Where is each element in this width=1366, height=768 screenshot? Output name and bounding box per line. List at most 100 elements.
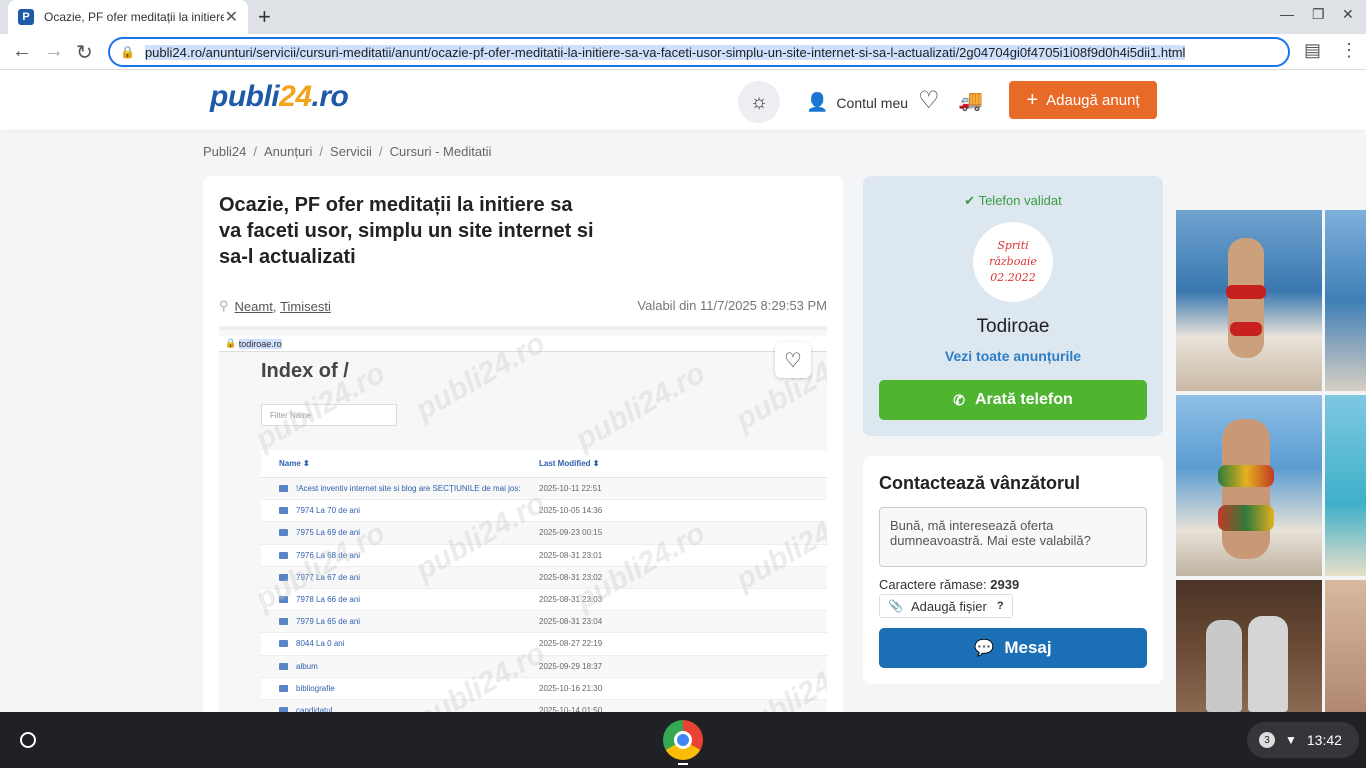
favorites-heart-icon[interactable]: ♡ <box>918 86 940 115</box>
close-tab-icon[interactable]: ✕ <box>225 7 238 27</box>
photo-file-table: Name ⬍ Last Modified ⬍ !Acest inventiv i… <box>261 450 827 716</box>
notification-badge: 3 <box>1259 732 1275 748</box>
account-link[interactable]: 👤 Contul meu <box>806 92 908 113</box>
file-date: 2025-08-31 23:03 <box>539 595 603 605</box>
file-name: 7976 La 68 de ani <box>296 550 361 560</box>
file-row: 7975 La 69 de ani 2025-09-23 00:15 <box>261 522 827 545</box>
minimize-icon[interactable]: — <box>1280 6 1294 22</box>
browser-toolbar: ← → ↻ 🔒 publi24.ro/anunturi/servicii/cur… <box>0 34 1366 70</box>
folder-icon <box>279 618 288 626</box>
file-row: 7974 La 70 de ani 2025-10-05 14:36 <box>261 500 827 523</box>
message-textarea[interactable]: Bună, mă interesează oferta dumneavoastr… <box>879 507 1147 567</box>
menu-kebab-icon[interactable]: ⋮ <box>1340 40 1358 61</box>
file-name: 7977 La 67 de ani <box>296 572 361 582</box>
advertisement-image[interactable] <box>1325 210 1366 391</box>
show-phone-button[interactable]: ✆ Arată telefon <box>879 380 1147 420</box>
location-city-link[interactable]: Timisesti <box>280 299 331 314</box>
location-county-link[interactable]: Neamt <box>235 299 273 314</box>
advertisement-column[interactable] <box>1176 210 1366 712</box>
advertisement-image[interactable] <box>1325 580 1366 712</box>
sun-icon: ☼ <box>749 90 769 113</box>
browser-tabbar: P Ocazie, PF ofer meditații la initiere … <box>0 0 1366 34</box>
folder-icon <box>279 507 288 515</box>
site-header: publi24.ro ☼ 👤 Contul meu ♡ 🚚 + Adaugă a… <box>0 70 1366 130</box>
site-favicon-icon: P <box>18 9 34 25</box>
forward-icon[interactable]: → <box>44 40 64 63</box>
breadcrumb: Publi24/ Anunțuri / Servicii / Cursuri - M… <box>203 144 492 159</box>
file-row: bibliografie 2025-10-16 21:30 <box>261 678 827 700</box>
delivery-truck-icon[interactable]: 🚚 <box>958 88 983 113</box>
check-circle-icon: ✔ <box>964 193 976 208</box>
file-date: 2025-08-27 22:19 <box>539 639 603 649</box>
file-row: 7977 La 67 de ani 2025-08-31 23:02 <box>261 566 827 589</box>
contact-title: Contactează vânzătorul <box>879 473 1081 493</box>
account-label: Contul meu <box>836 94 909 111</box>
folder-icon <box>279 684 288 692</box>
file-date: 2025-10-11 22:51 <box>539 484 602 494</box>
plus-icon: + <box>1026 88 1039 111</box>
file-name: 7974 La 70 de ani <box>296 506 361 516</box>
heart-icon: ♡ <box>784 349 802 372</box>
breadcrumb-item[interactable]: Cursuri - Meditatii <box>390 144 492 159</box>
file-date: 2025-08-31 23:02 <box>539 572 603 582</box>
folder-icon <box>279 551 288 559</box>
file-date: 2025-10-16 21:30 <box>539 683 603 693</box>
attach-file-button[interactable]: 📎 Adaugă fișier ? <box>879 594 1013 618</box>
watermark: publi24.ro <box>570 356 711 457</box>
system-tray[interactable]: 3 ▼ 13:42 <box>1247 722 1359 758</box>
folder-icon <box>279 640 288 648</box>
user-icon: 👤 <box>806 92 829 112</box>
all-ads-link[interactable]: Vezi toate anunțurile <box>863 348 1163 364</box>
chat-bubble-icon: 💬 <box>974 640 995 657</box>
reading-list-icon[interactable]: ▤ <box>1304 40 1321 61</box>
reload-icon[interactable]: ↻ <box>76 40 93 65</box>
photo-index-heading: Index of / <box>261 360 349 382</box>
breadcrumb-item[interactable]: Publi24 <box>203 144 246 159</box>
advertisement-image[interactable] <box>1325 395 1366 576</box>
site-logo[interactable]: publi24.ro <box>210 80 349 114</box>
folder-icon <box>279 596 288 604</box>
map-pin-icon: ⚲ <box>219 298 229 313</box>
url-text[interactable]: publi24.ro/anunturi/servicii/cursuri-med… <box>144 44 1186 60</box>
seller-card: ✔ Telefon validat Spriti războaie 02.202… <box>863 176 1163 436</box>
favorite-heart-button[interactable]: ♡ <box>775 342 811 378</box>
address-bar[interactable]: 🔒 publi24.ro/anunturi/servicii/cursuri-m… <box>108 37 1290 67</box>
advertisement-image[interactable] <box>1176 210 1322 391</box>
wifi-icon: ▼ <box>1285 733 1297 747</box>
os-taskbar: 3 ▼ 13:42 <box>0 712 1366 768</box>
file-row: 8044 La 0 ani 2025-08-27 22:19 <box>261 633 827 656</box>
file-row: 7979 La 65 de ani 2025-08-31 23:04 <box>261 611 827 634</box>
lock-icon: 🔒 <box>120 45 135 59</box>
launcher-icon[interactable] <box>20 732 36 748</box>
browser-tab[interactable]: P Ocazie, PF ofer meditații la initiere … <box>8 0 248 34</box>
file-name: bibliografie <box>296 683 335 693</box>
advertisement-image[interactable] <box>1176 580 1322 712</box>
file-date: 2025-09-29 18:37 <box>539 661 603 671</box>
file-row: 7976 La 68 de ani 2025-08-31 23:01 <box>261 545 827 567</box>
chrome-app-icon[interactable] <box>663 720 703 760</box>
theme-toggle-button[interactable]: ☼ <box>738 81 780 123</box>
phone-validated: ✔ Telefon validat <box>964 193 1062 208</box>
file-date: 2025-08-31 23:01 <box>539 550 603 560</box>
breadcrumb-item[interactable]: Servicii <box>330 144 372 159</box>
restore-icon[interactable]: ❐ <box>1312 6 1325 23</box>
file-date: 2025-09-23 00:15 <box>539 528 603 538</box>
ad-photo[interactable]: 🔒 todiroae.ro Index of / Filter Name Nam… <box>219 326 827 716</box>
folder-icon <box>279 485 288 493</box>
send-message-button[interactable]: 💬 Mesaj <box>879 628 1147 668</box>
help-icon[interactable]: ? <box>997 600 1004 612</box>
seller-avatar[interactable]: Spriti războaie 02.2022 <box>973 222 1053 302</box>
ad-valid-from: Valabil din 11/7/2025 8:29:53 PM <box>637 298 827 313</box>
file-name: !Acest inventiv internet site si blog ar… <box>296 484 521 494</box>
phone-icon: ✆ <box>953 391 965 408</box>
back-icon[interactable]: ← <box>12 40 32 63</box>
breadcrumb-item[interactable]: Anunțuri <box>264 144 312 159</box>
folder-icon <box>279 662 288 670</box>
advertisement-image[interactable] <box>1176 395 1322 576</box>
file-row: !Acest inventiv internet site si blog ar… <box>261 478 827 501</box>
file-name: 7975 La 69 de ani <box>296 528 361 538</box>
new-tab-icon[interactable]: + <box>258 4 271 30</box>
close-window-icon[interactable]: ✕ <box>1342 6 1354 23</box>
photo-table-header: Name ⬍ Last Modified ⬍ <box>261 450 827 478</box>
add-listing-button[interactable]: + Adaugă anunț <box>1009 81 1157 119</box>
